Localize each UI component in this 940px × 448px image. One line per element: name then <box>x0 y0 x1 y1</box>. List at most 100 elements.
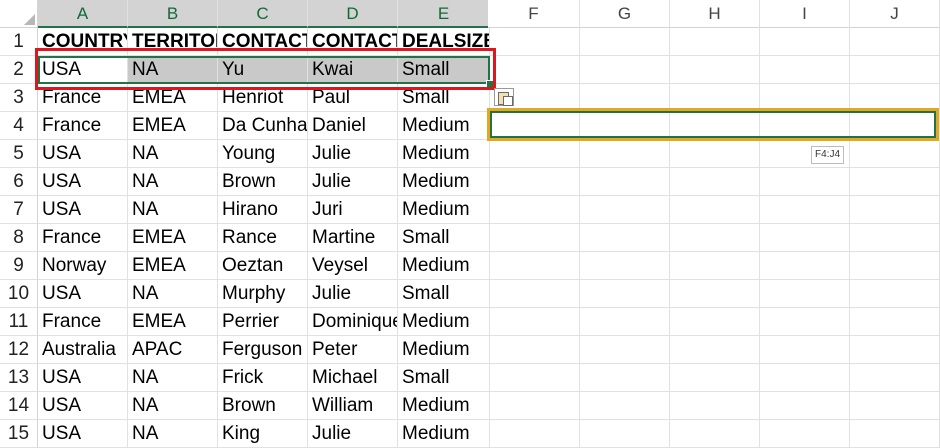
cell-f14[interactable] <box>488 392 580 420</box>
cell-a10[interactable]: USA <box>38 280 128 308</box>
cell-f9[interactable] <box>488 252 580 280</box>
cell-h6[interactable] <box>670 168 760 196</box>
cell-g2[interactable] <box>580 56 670 84</box>
cell-e10[interactable]: Small <box>398 280 490 308</box>
cell-d11[interactable]: Dominique <box>308 308 398 336</box>
cell-f5[interactable] <box>488 140 580 168</box>
cell-d8[interactable]: Martine <box>308 224 398 252</box>
cell-h13[interactable] <box>670 364 760 392</box>
cell-b12[interactable]: APAC <box>128 336 218 364</box>
cell-f6[interactable] <box>488 168 580 196</box>
cell-d13[interactable]: Michael <box>308 364 398 392</box>
cell-g14[interactable] <box>580 392 670 420</box>
paste-target-range[interactable] <box>490 111 936 138</box>
cell-d6[interactable]: Julie <box>308 168 398 196</box>
cell-j12[interactable] <box>850 336 940 364</box>
cell-a13[interactable]: USA <box>38 364 128 392</box>
cell-g8[interactable] <box>580 224 670 252</box>
select-all-corner-icon[interactable] <box>0 0 38 28</box>
cell-d12[interactable]: Peter <box>308 336 398 364</box>
cell-h2[interactable] <box>670 56 760 84</box>
row-header-1[interactable]: 1 <box>0 28 38 56</box>
cell-c4[interactable]: Da Cunha <box>218 112 308 140</box>
column-header-a[interactable]: A <box>38 0 128 28</box>
cell-j14[interactable] <box>850 392 940 420</box>
row-header-13[interactable]: 13 <box>0 364 38 392</box>
cell-j6[interactable] <box>850 168 940 196</box>
cell-d7[interactable]: Juri <box>308 196 398 224</box>
cell-e14[interactable]: Medium <box>398 392 490 420</box>
cell-j5[interactable] <box>850 140 940 168</box>
cell-g5[interactable] <box>580 140 670 168</box>
cell-d15[interactable]: Julie <box>308 420 398 448</box>
cell-d14[interactable]: William <box>308 392 398 420</box>
cell-h12[interactable] <box>670 336 760 364</box>
row-header-8[interactable]: 8 <box>0 224 38 252</box>
cell-i7[interactable] <box>760 196 850 224</box>
cell-j15[interactable] <box>850 420 940 448</box>
cell-b15[interactable]: NA <box>128 420 218 448</box>
cell-i9[interactable] <box>760 252 850 280</box>
cell-a15[interactable]: USA <box>38 420 128 448</box>
row-header-3[interactable]: 3 <box>0 84 38 112</box>
cell-a7[interactable]: USA <box>38 196 128 224</box>
column-header-c[interactable]: C <box>218 0 308 28</box>
cell-e12[interactable]: Medium <box>398 336 490 364</box>
row-header-6[interactable]: 6 <box>0 168 38 196</box>
cell-c11[interactable]: Perrier <box>218 308 308 336</box>
cell-j9[interactable] <box>850 252 940 280</box>
cell-i15[interactable] <box>760 420 850 448</box>
cell-b11[interactable]: EMEA <box>128 308 218 336</box>
cell-j7[interactable] <box>850 196 940 224</box>
cell-c15[interactable]: King <box>218 420 308 448</box>
cell-c12[interactable]: Ferguson <box>218 336 308 364</box>
cell-e4[interactable]: Medium <box>398 112 490 140</box>
cell-e7[interactable]: Medium <box>398 196 490 224</box>
cell-b14[interactable]: NA <box>128 392 218 420</box>
cell-b6[interactable]: NA <box>128 168 218 196</box>
row-header-2[interactable]: 2 <box>0 56 38 84</box>
cell-j8[interactable] <box>850 224 940 252</box>
cell-a12[interactable]: Australia <box>38 336 128 364</box>
cell-e13[interactable]: Small <box>398 364 490 392</box>
cell-a14[interactable]: USA <box>38 392 128 420</box>
cell-e11[interactable]: Medium <box>398 308 490 336</box>
cell-c5[interactable]: Young <box>218 140 308 168</box>
cell-h15[interactable] <box>670 420 760 448</box>
column-header-j[interactable]: J <box>850 0 940 28</box>
cell-j13[interactable] <box>850 364 940 392</box>
column-header-h[interactable]: H <box>670 0 760 28</box>
cell-j10[interactable] <box>850 280 940 308</box>
cell-e8[interactable]: Small <box>398 224 490 252</box>
cell-c10[interactable]: Murphy <box>218 280 308 308</box>
row-header-15[interactable]: 15 <box>0 420 38 448</box>
cell-h9[interactable] <box>670 252 760 280</box>
cell-i6[interactable] <box>760 168 850 196</box>
cell-d5[interactable]: Julie <box>308 140 398 168</box>
row-header-12[interactable]: 12 <box>0 336 38 364</box>
cell-f2[interactable] <box>488 56 580 84</box>
cell-b9[interactable]: EMEA <box>128 252 218 280</box>
column-header-i[interactable]: I <box>760 0 850 28</box>
cell-a6[interactable]: USA <box>38 168 128 196</box>
cell-a8[interactable]: France <box>38 224 128 252</box>
cell-a5[interactable]: USA <box>38 140 128 168</box>
cell-f13[interactable] <box>488 364 580 392</box>
column-header-e[interactable]: E <box>398 0 490 28</box>
cell-i1[interactable] <box>760 28 850 56</box>
paste-options-icon[interactable] <box>494 88 514 106</box>
cell-g9[interactable] <box>580 252 670 280</box>
cell-f7[interactable] <box>488 196 580 224</box>
cell-h14[interactable] <box>670 392 760 420</box>
cell-g15[interactable] <box>580 420 670 448</box>
cell-c8[interactable]: Rance <box>218 224 308 252</box>
cell-i2[interactable] <box>760 56 850 84</box>
cell-i11[interactable] <box>760 308 850 336</box>
cell-e15[interactable]: Medium <box>398 420 490 448</box>
cell-b13[interactable]: NA <box>128 364 218 392</box>
cell-e6[interactable]: Medium <box>398 168 490 196</box>
cell-i13[interactable] <box>760 364 850 392</box>
cell-f10[interactable] <box>488 280 580 308</box>
cell-h10[interactable] <box>670 280 760 308</box>
row-header-5[interactable]: 5 <box>0 140 38 168</box>
